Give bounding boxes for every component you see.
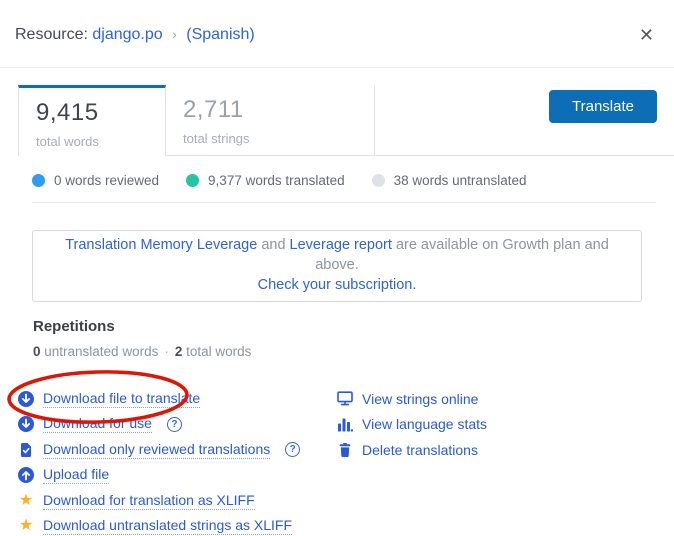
legend-untranslated: 38 words untranslated bbox=[372, 173, 527, 188]
document-check-icon bbox=[18, 442, 34, 458]
total-strings-value: 2,711 bbox=[183, 96, 357, 124]
repetitions-stats: 0 untranslated words·2 total words bbox=[33, 344, 674, 359]
chevron-right-icon: › bbox=[172, 26, 177, 42]
repetitions-untranslated-label: untranslated words bbox=[41, 344, 159, 359]
total-words-value: 9,415 bbox=[36, 99, 148, 127]
list-item: View language stats bbox=[337, 412, 487, 438]
list-item: Delete translations bbox=[337, 437, 487, 463]
actions-right-column: View strings online View language stats … bbox=[337, 386, 487, 536]
list-item: Upload file bbox=[18, 463, 337, 489]
plan-notice-box: Translation Memory Leverage and Leverage… bbox=[32, 230, 642, 302]
actions-section: Download file to translate Download for … bbox=[18, 386, 674, 536]
notice-text: and bbox=[257, 237, 289, 253]
upload-circle-icon bbox=[18, 467, 34, 483]
tm-leverage-link[interactable]: Translation Memory Leverage bbox=[65, 237, 257, 253]
download-untranslated-xliff-link[interactable]: Download untranslated strings as XLIFF bbox=[43, 517, 292, 535]
resource-details-modal: Resource: django.po › (Spanish) ✕ 9,415 … bbox=[0, 0, 674, 536]
download-circle-icon bbox=[18, 416, 34, 432]
close-icon[interactable]: ✕ bbox=[635, 24, 658, 46]
download-file-to-translate-link[interactable]: Download file to translate bbox=[43, 390, 200, 408]
help-icon[interactable]: ? bbox=[167, 417, 182, 432]
list-item: View strings online bbox=[337, 386, 487, 412]
view-language-stats-link[interactable]: View language stats bbox=[362, 416, 487, 432]
resource-name-link[interactable]: django.po bbox=[92, 26, 162, 43]
delete-translations-link[interactable]: Delete translations bbox=[362, 442, 478, 458]
legend-translated-label: 9,377 words translated bbox=[208, 173, 345, 188]
monitor-icon bbox=[337, 391, 353, 407]
translate-button[interactable]: Translate bbox=[549, 90, 657, 123]
list-item: Download for use ? bbox=[18, 412, 337, 438]
reviewed-dot-icon bbox=[32, 174, 45, 187]
translated-dot-icon bbox=[186, 174, 199, 187]
trash-icon bbox=[337, 442, 353, 458]
actions-left-column: Download file to translate Download for … bbox=[18, 386, 337, 536]
legend-reviewed: 0 words reviewed bbox=[32, 173, 159, 188]
help-icon[interactable]: ? bbox=[285, 442, 300, 457]
list-item: Download file to translate bbox=[18, 386, 337, 412]
upload-file-link[interactable]: Upload file bbox=[43, 466, 109, 484]
list-item: ★ Download untranslated strings as XLIFF bbox=[18, 514, 337, 536]
download-translation-xliff-link[interactable]: Download for translation as XLIFF bbox=[43, 492, 255, 510]
words-status-legend: 0 words reviewed 9,377 words translated … bbox=[32, 173, 674, 188]
download-for-use-link[interactable]: Download for use bbox=[43, 415, 152, 433]
stats-tabs-bar: 9,415 total words 2,711 total strings Tr… bbox=[0, 68, 674, 156]
star-icon: ★ bbox=[18, 493, 34, 509]
page-title: Resource: django.po › (Spanish) bbox=[15, 26, 255, 44]
untranslated-dot-icon bbox=[372, 174, 385, 187]
tab-total-words[interactable]: 9,415 total words bbox=[18, 85, 166, 156]
view-strings-online-link[interactable]: View strings online bbox=[362, 391, 478, 407]
resource-label: Resource: bbox=[15, 26, 88, 43]
download-circle-icon bbox=[18, 391, 34, 407]
repetitions-untranslated-value: 0 bbox=[33, 344, 41, 359]
dot-separator: · bbox=[164, 344, 169, 359]
modal-header: Resource: django.po › (Spanish) ✕ bbox=[0, 0, 674, 68]
language-link[interactable]: (Spanish) bbox=[186, 26, 254, 43]
total-words-label: total words bbox=[36, 134, 148, 149]
leverage-report-link[interactable]: Leverage report bbox=[290, 237, 392, 253]
legend-untranslated-label: 38 words untranslated bbox=[394, 173, 527, 188]
download-only-reviewed-link[interactable]: Download only reviewed translations bbox=[43, 441, 270, 459]
repetitions-section: Repetitions 0 untranslated words·2 total… bbox=[33, 318, 674, 359]
repetitions-heading: Repetitions bbox=[33, 318, 674, 335]
list-item: Download only reviewed translations ? bbox=[18, 437, 337, 463]
legend-translated: 9,377 words translated bbox=[186, 173, 345, 188]
star-icon: ★ bbox=[18, 518, 34, 534]
legend-reviewed-label: 0 words reviewed bbox=[54, 173, 159, 188]
total-strings-label: total strings bbox=[183, 131, 357, 146]
bar-chart-icon bbox=[337, 416, 353, 432]
tab-total-strings[interactable]: 2,711 total strings bbox=[166, 85, 375, 156]
list-item: ★ Download for translation as XLIFF bbox=[18, 488, 337, 514]
check-subscription-link[interactable]: Check your subscription. bbox=[258, 277, 417, 293]
repetitions-total-label: total words bbox=[182, 344, 251, 359]
section-divider bbox=[32, 202, 656, 203]
